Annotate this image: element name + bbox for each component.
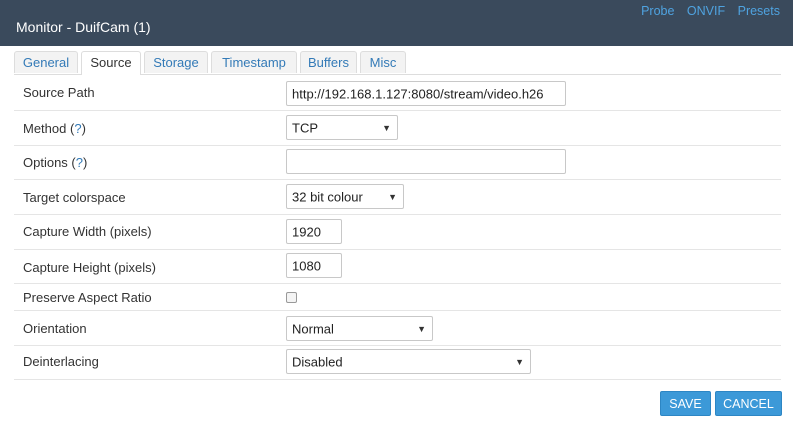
method-help-link[interactable]: ? — [74, 121, 81, 136]
tab-storage[interactable]: Storage — [144, 51, 208, 73]
probe-link[interactable]: Probe — [641, 4, 674, 18]
source-path-row: Source Path http://192.168.1.127:8080/st… — [14, 76, 781, 111]
chevron-down-icon: ▼ — [382, 122, 391, 133]
tab-timestamp[interactable]: Timestamp — [211, 51, 297, 73]
deinterlacing-label: Deinterlacing — [23, 354, 99, 369]
tab-misc[interactable]: Misc — [360, 51, 406, 73]
source-path-label: Source Path — [23, 85, 95, 100]
orientation-label: Orientation — [23, 321, 87, 336]
capture-width-input[interactable]: 1920 — [286, 219, 342, 244]
chevron-down-icon: ▼ — [388, 191, 397, 202]
capture-width-label: Capture Width (pixels) — [23, 224, 152, 239]
capture-height-value: 1080 — [292, 258, 321, 273]
target-colorspace-label: Target colorspace — [23, 190, 126, 205]
header-links: Probe ONVIF Presets — [632, 4, 780, 18]
source-path-value: http://192.168.1.127:8080/stream/video.h… — [292, 86, 544, 101]
options-row: Options (?) — [14, 146, 781, 180]
capture-width-value: 1920 — [292, 224, 321, 239]
options-label-group: Options (?) — [23, 155, 88, 170]
capture-width-row: Capture Width (pixels) 1920 — [14, 215, 781, 250]
orientation-value: Normal — [292, 321, 334, 336]
save-button[interactable]: SAVE — [660, 391, 711, 416]
onvif-link[interactable]: ONVIF — [687, 4, 725, 18]
tab-general[interactable]: General — [14, 51, 78, 73]
preserve-aspect-ratio-row: Preserve Aspect Ratio — [14, 284, 781, 311]
tab-bar: General Source Storage Timestamp Buffers… — [14, 51, 781, 75]
method-row: Method (?) TCP ▼ — [14, 111, 781, 146]
capture-height-label: Capture Height (pixels) — [23, 260, 156, 275]
options-input[interactable] — [286, 149, 566, 174]
chevron-down-icon: ▼ — [515, 356, 524, 367]
window-header: Monitor - DuifCam (1) Probe ONVIF Preset… — [0, 0, 793, 46]
capture-height-input[interactable]: 1080 — [286, 253, 342, 278]
source-path-input[interactable]: http://192.168.1.127:8080/stream/video.h… — [286, 81, 566, 106]
preserve-aspect-ratio-checkbox[interactable] — [286, 292, 297, 303]
target-colorspace-select[interactable]: 32 bit colour ▼ — [286, 184, 404, 209]
deinterlacing-value: Disabled — [292, 354, 343, 369]
method-value: TCP — [292, 120, 318, 135]
options-label: Options — [23, 155, 68, 170]
orientation-select[interactable]: Normal ▼ — [286, 316, 433, 341]
page-title: Monitor - DuifCam (1) — [16, 19, 151, 35]
tab-source[interactable]: Source — [81, 51, 141, 75]
capture-height-row: Capture Height (pixels) 1080 — [14, 250, 781, 284]
target-colorspace-value: 32 bit colour — [292, 189, 363, 204]
preserve-aspect-ratio-label: Preserve Aspect Ratio — [23, 290, 152, 305]
presets-link[interactable]: Presets — [738, 4, 780, 18]
orientation-row: Orientation Normal ▼ — [14, 311, 781, 346]
method-select[interactable]: TCP ▼ — [286, 115, 398, 140]
options-help-link[interactable]: ? — [76, 155, 83, 170]
method-label-group: Method (?) — [23, 121, 86, 136]
chevron-down-icon: ▼ — [417, 323, 426, 334]
deinterlacing-row: Deinterlacing Disabled ▼ — [14, 346, 781, 380]
cancel-button[interactable]: CANCEL — [715, 391, 782, 416]
deinterlacing-select[interactable]: Disabled ▼ — [286, 349, 531, 374]
target-colorspace-row: Target colorspace 32 bit colour ▼ — [14, 180, 781, 215]
tab-buffers[interactable]: Buffers — [300, 51, 357, 73]
method-label: Method — [23, 121, 67, 136]
